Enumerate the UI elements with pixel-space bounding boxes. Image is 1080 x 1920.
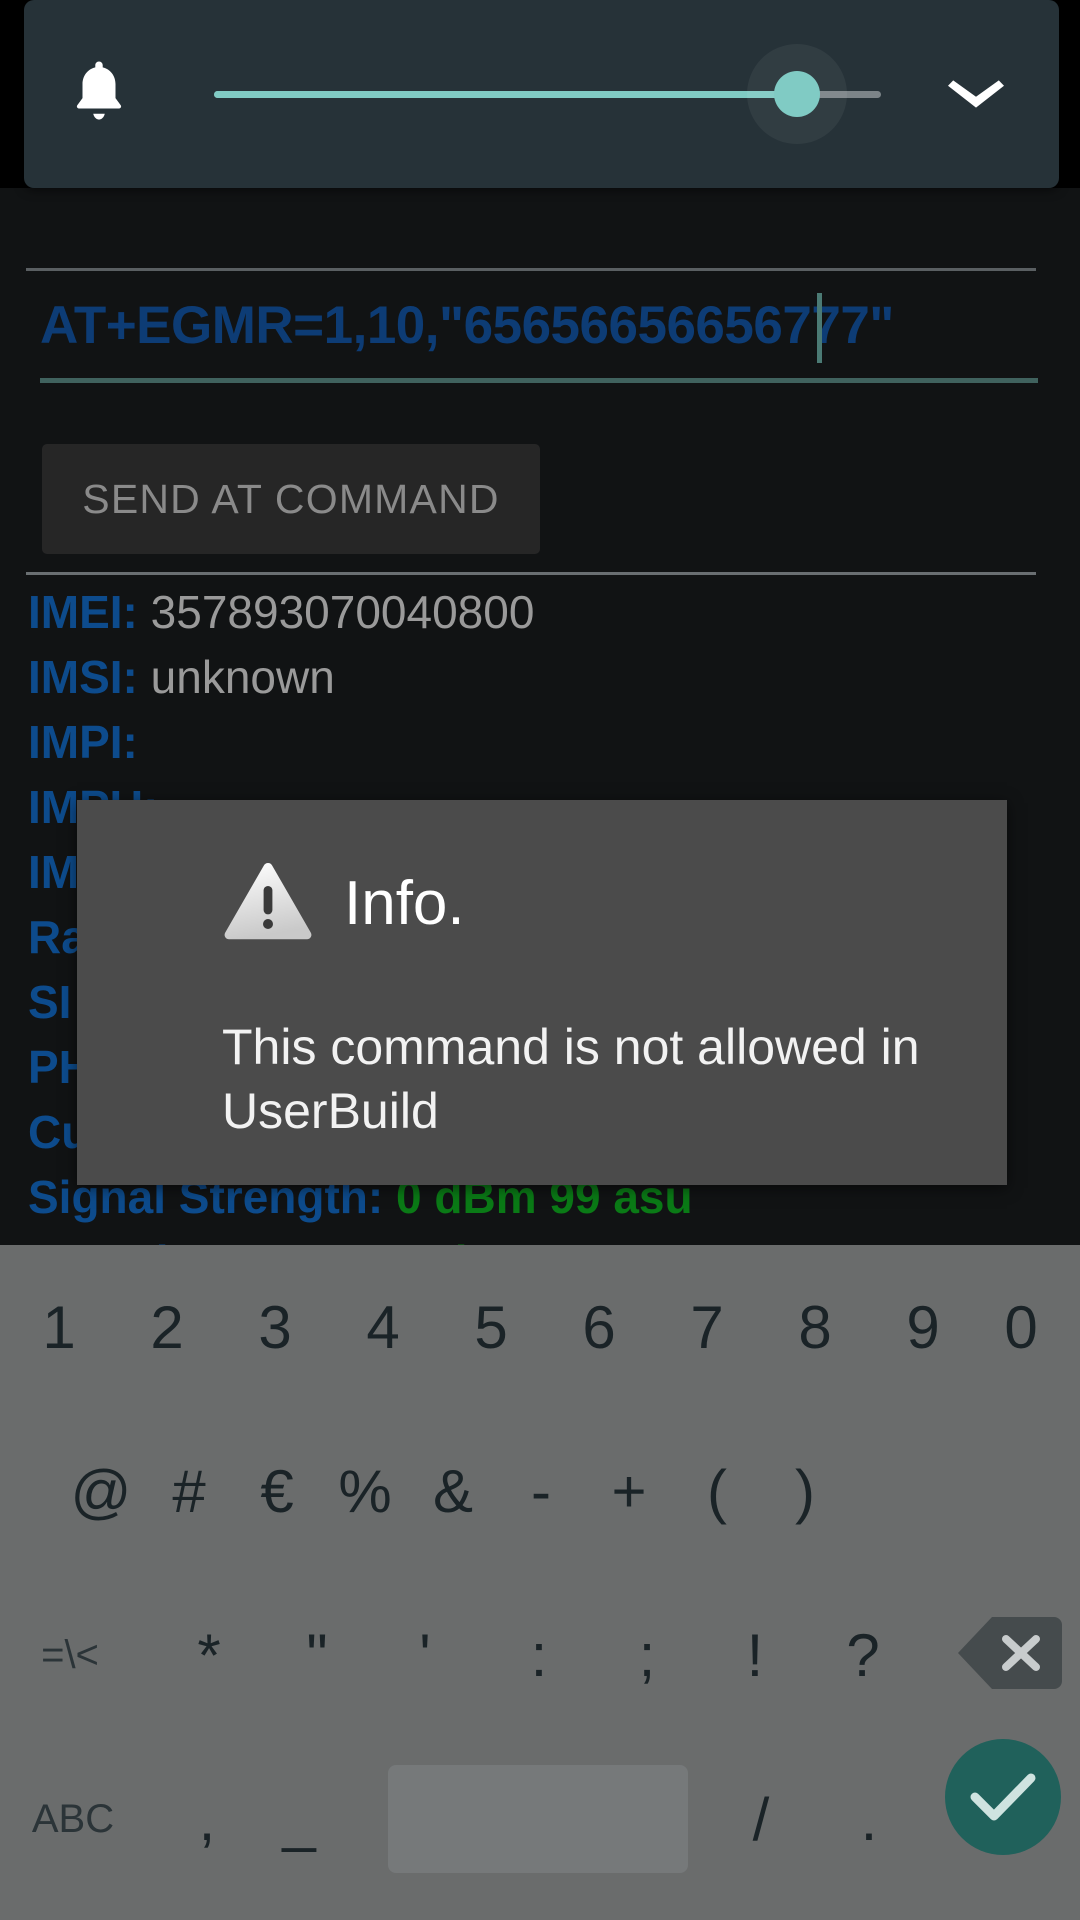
key-?[interactable]: ? <box>814 1573 912 1737</box>
key--[interactable]: - <box>492 1409 590 1573</box>
keyboard-row-symbol-row-2: =\< * " ':;!? <box>0 1573 1080 1737</box>
key-%[interactable]: % <box>316 1409 414 1573</box>
key-abc-switch[interactable]: ABC <box>8 1737 138 1901</box>
key-([interactable]: ( <box>668 1409 766 1573</box>
key-)[interactable]: ) <box>756 1409 854 1573</box>
warning-triangle-icon <box>222 860 314 947</box>
key-7[interactable]: 7 <box>658 1245 756 1409</box>
key-9[interactable]: 9 <box>874 1245 972 1409</box>
key-underscore[interactable]: _ <box>250 1737 348 1901</box>
key-6[interactable]: 6 <box>550 1245 648 1409</box>
key-"[interactable]: " <box>268 1573 366 1737</box>
key-slash[interactable]: / <box>712 1737 810 1901</box>
key-;[interactable]: ; <box>598 1573 696 1737</box>
key-1[interactable]: 1 <box>10 1245 108 1409</box>
key-space[interactable] <box>388 1765 688 1873</box>
key-8[interactable]: 8 <box>766 1245 864 1409</box>
dialog-title: Info. <box>344 868 465 938</box>
key-3[interactable]: 3 <box>226 1245 324 1409</box>
key-5[interactable]: 5 <box>442 1245 540 1409</box>
key-#[interactable]: # <box>140 1409 238 1573</box>
keyboard-row-bottom-row: ABC, _ /. <box>0 1737 1080 1901</box>
dialog-message: This command is not allowed in UserBuild <box>222 1019 920 1139</box>
info-dialog: Info. This command is not allowed in Use… <box>77 800 1007 1185</box>
key-2[interactable]: 2 <box>118 1245 216 1409</box>
keyboard-row-symbol-row-1: @ # €% & - +() <box>0 1409 1080 1573</box>
key-&[interactable]: & <box>404 1409 502 1573</box>
enter-check-icon[interactable] <box>945 1739 1061 1855</box>
key-comma[interactable]: , <box>158 1737 256 1901</box>
key-0[interactable]: 0 <box>972 1245 1070 1409</box>
key-@[interactable]: @ <box>52 1409 150 1573</box>
dialog-header: Info. <box>222 860 465 947</box>
key-4[interactable]: 4 <box>334 1245 432 1409</box>
key-:[interactable]: : <box>490 1573 588 1737</box>
key-*[interactable]: * <box>160 1573 258 1737</box>
key-'[interactable]: ' <box>376 1573 474 1737</box>
key-€[interactable]: € <box>228 1409 326 1573</box>
key-+[interactable]: + <box>580 1409 678 1573</box>
key-symbols-switch[interactable]: =\< <box>10 1573 130 1737</box>
keyboard-row-number-row: 1234567890 <box>0 1245 1080 1409</box>
key-![interactable]: ! <box>706 1573 804 1737</box>
on-screen-keyboard[interactable]: 1 2 3 4 5 6 7 8 9 0 @ # €% & - +() =\< * " ':;!? ABC, _ /. <box>0 1245 1080 1920</box>
key-period[interactable]: . <box>820 1737 918 1901</box>
backspace-icon[interactable] <box>955 1603 1065 1703</box>
